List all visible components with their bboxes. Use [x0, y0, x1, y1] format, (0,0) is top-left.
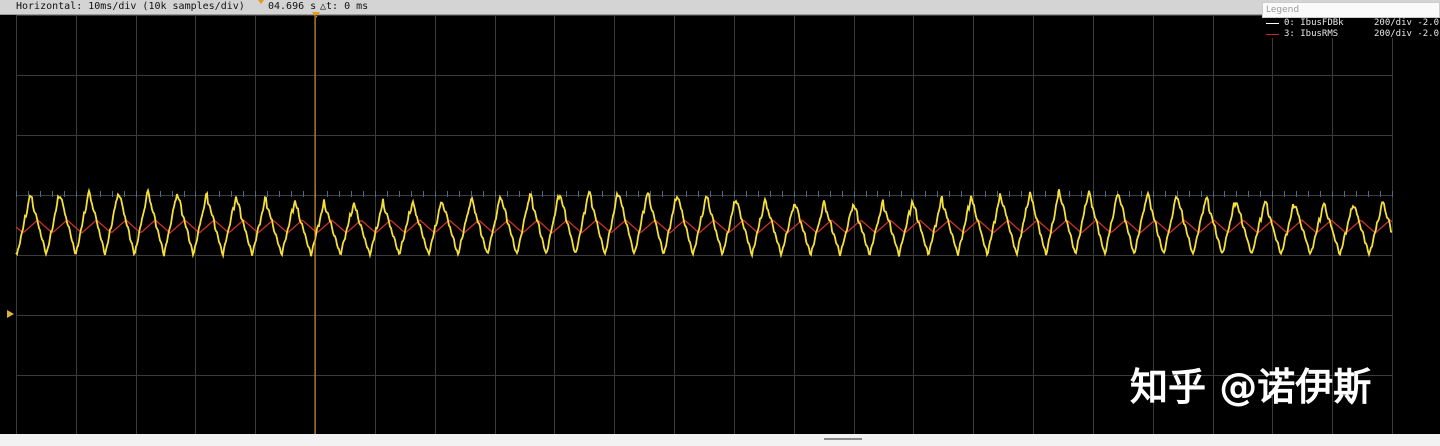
legend-panel[interactable]: Legend 0: IbusFDBk 200/div -2.0 3: IbusR…: [1262, 2, 1440, 38]
trace-ibusfdbk: [15, 187, 1393, 259]
status-bar: Horizontal: 10ms/div (10k samples/div) 0…: [0, 0, 1440, 15]
trigger-position-icon[interactable]: [258, 0, 264, 4]
trigger-time-readout: 04.696 s: [268, 1, 317, 12]
legend-scale: 200/div -2.0: [1374, 29, 1440, 38]
watermark: 知乎 @诺伊斯: [1130, 365, 1372, 409]
legend-entry-ibusrms[interactable]: 3: IbusRMS 200/div -2.0: [1262, 29, 1440, 38]
legend-label: 0: IbusFDBk: [1284, 18, 1344, 28]
legend-scale: 200/div -2.0: [1374, 18, 1440, 28]
scroll-handle[interactable]: [824, 438, 862, 440]
legend-label: 3: IbusRMS: [1284, 29, 1339, 38]
horizontal-scale-readout: Horizontal: 10ms/div (10k samples/div): [16, 1, 245, 12]
bottom-scrollbar[interactable]: [0, 434, 1440, 446]
legend-swatch-ibusfdbk: [1266, 23, 1279, 24]
legend-swatch-ibusrms: [1266, 34, 1279, 35]
legend-entry-ibusfdbk[interactable]: 0: IbusFDBk 200/div -2.0: [1262, 18, 1440, 29]
delta-t-readout: △t: 0 ms: [320, 1, 369, 12]
legend-title: Legend: [1262, 2, 1440, 18]
ground-level-marker-icon[interactable]: [7, 310, 14, 318]
